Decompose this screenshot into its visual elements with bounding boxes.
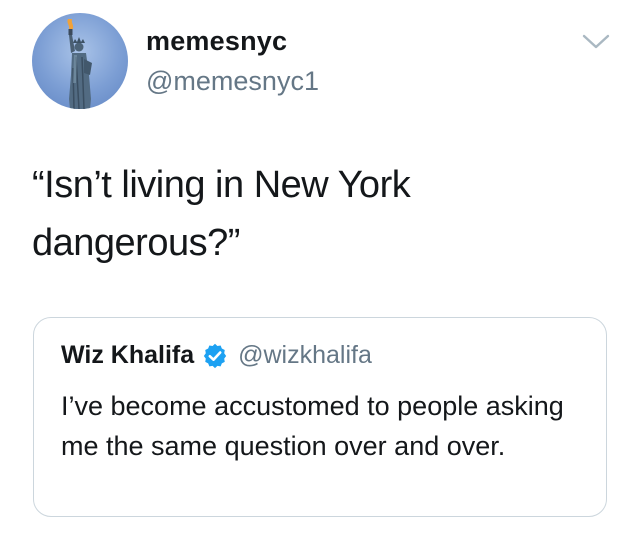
tweet: memesnyc @memesnyc1 “Isn’t living in New… (0, 0, 640, 539)
quoted-tweet-header: Wiz Khalifa @wizkhalifa (61, 341, 372, 370)
statue-of-liberty-icon (67, 19, 92, 109)
chevron-down-icon[interactable] (581, 32, 611, 52)
author-display-name[interactable]: memesnyc (146, 26, 287, 57)
author-handle[interactable]: @memesnyc1 (146, 66, 319, 97)
verified-badge-icon (202, 343, 228, 369)
tweet-text: “Isn’t living in New York dangerous?” (32, 164, 411, 264)
quoted-author-handle: @wizkhalifa (238, 341, 372, 369)
quoted-tweet-card[interactable]: Wiz Khalifa @wizkhalifa I’ve become accu… (33, 317, 607, 517)
quoted-tweet-text: I’ve become accustomed to people asking … (61, 391, 564, 461)
quoted-author-display-name: Wiz Khalifa (61, 341, 195, 369)
avatar[interactable] (32, 13, 128, 109)
